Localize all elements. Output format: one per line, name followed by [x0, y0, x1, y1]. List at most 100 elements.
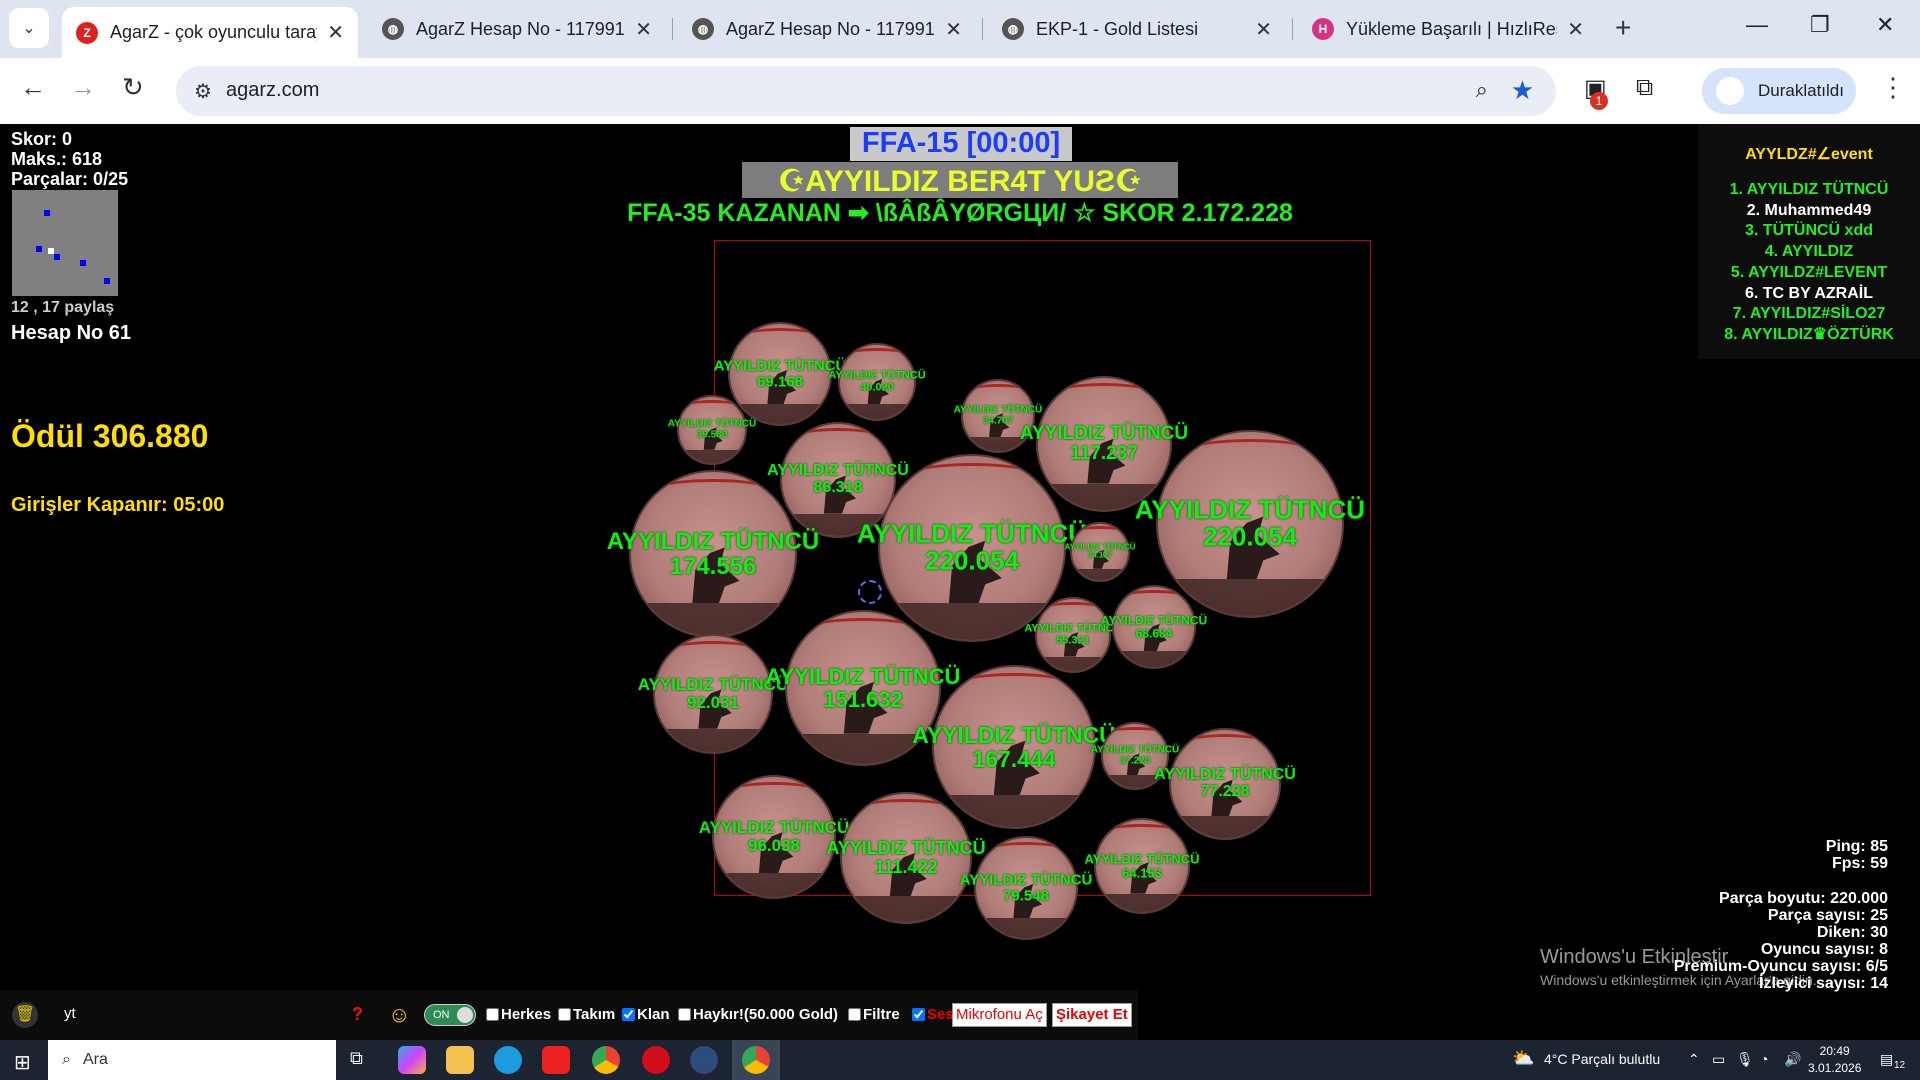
close-tab-icon[interactable]: ✕	[635, 17, 652, 42]
new-tab-plus-icon[interactable]: +	[1615, 12, 1631, 44]
steam-icon[interactable]	[690, 1046, 718, 1074]
cell-skin-ground	[1037, 656, 1109, 671]
bookmark-star-icon[interactable]: ★	[1511, 75, 1534, 106]
address-bar[interactable]: ⚙ agarz.com ⌕ ★	[176, 66, 1556, 116]
cell-skin-ground	[655, 728, 771, 752]
network-icon[interactable]: ▭	[1712, 1051, 1725, 1068]
filtre-checkbox[interactable]	[848, 1008, 861, 1021]
chat-input[interactable]: yt	[64, 1005, 76, 1022]
cell-mass: 39.580	[696, 429, 728, 440]
close-tab-icon[interactable]: ✕	[1255, 17, 1272, 42]
tab-separator	[982, 18, 983, 40]
cell-player-name: AYYILDIZ TÜTNCÜ	[828, 369, 926, 382]
minimize-icon[interactable]: —	[1746, 12, 1768, 38]
copilot-icon[interactable]	[398, 1046, 426, 1074]
hizliresim-favicon-icon: H	[1312, 18, 1334, 40]
zoom-magnifier-icon[interactable]: ⌕	[1476, 77, 1488, 103]
coords-share-text[interactable]: 12 , 17 paylaş	[11, 299, 114, 317]
cell-skin-ring	[984, 842, 1068, 862]
cell-label: AYYILDIZ TÜTNCÜ 34.127	[1065, 543, 1136, 561]
extensions-puzzle-icon[interactable]: ⧉	[1636, 74, 1653, 102]
close-tab-icon[interactable]: ✕	[945, 17, 962, 42]
leaderboard: AYYLDZ#∠event 1. AYYILDIZ TÜTNCÜ 2. Muham…	[1698, 124, 1920, 359]
edge-icon[interactable]	[494, 1046, 522, 1074]
clock[interactable]: 20:49 3.01.2026	[1808, 1043, 1861, 1077]
ses-checkbox[interactable]	[912, 1008, 925, 1021]
cell-skin-ring	[1179, 734, 1271, 756]
klan-checkbox[interactable]	[622, 1008, 635, 1021]
tab-agarz-account-1[interactable]: ◍ AgarZ Hesap No - 1179918 ✕	[368, 7, 666, 51]
wifi-icon[interactable]: ◔	[1760, 1051, 1768, 1067]
tray-chevron-up-icon[interactable]: ⌃	[1688, 1051, 1700, 1068]
opera-icon[interactable]	[642, 1046, 670, 1074]
herkes-checkbox[interactable]	[486, 1008, 499, 1021]
cell-skin-ring	[790, 428, 886, 450]
chrome-active-icon[interactable]	[742, 1046, 770, 1074]
report-button[interactable]: Şikayet Et	[1052, 1003, 1132, 1027]
cell-player-name: AYYILDIZ TÜTNCÜ	[1134, 494, 1366, 525]
cell-label: AYYILDIZ TÜTNCÜ 151.632	[766, 665, 961, 711]
weather-text[interactable]: 4°C Parçalı bulutlu	[1544, 1051, 1660, 1067]
leaderboard-entry: 2. Muhammed49	[1746, 201, 1872, 219]
cell-label: AYYILDIZ TÜTNCÜ 117.237	[1020, 424, 1188, 464]
chrome-icon[interactable]	[592, 1046, 620, 1074]
volume-icon[interactable]: 🔊	[1784, 1051, 1801, 1068]
close-tab-icon[interactable]: ✕	[327, 20, 344, 45]
notifications-icon[interactable]: ▤	[1880, 1051, 1893, 1068]
network-stats: Ping: 85 Fps: 59	[1826, 838, 1888, 872]
back-arrow-icon[interactable]: ←	[20, 72, 46, 103]
cell-skin-ring	[1048, 383, 1160, 409]
trash-icon[interactable]: 🗑	[12, 1002, 38, 1028]
checkbox-label: Haykır!(50.000 Gold)	[693, 1006, 839, 1023]
cell-skin-ground	[842, 896, 970, 922]
leaderboard-entry: 4. AYYILDIZ	[1764, 243, 1854, 261]
tab-gold-list[interactable]: ◍ EKP-1 - Gold Listesi ✕	[988, 7, 1286, 51]
account-number-text: Hesap No 61	[11, 322, 132, 344]
profile-button[interactable]: Duraklatıldı	[1702, 68, 1856, 114]
checkbox-takim[interactable]: Takım	[558, 1006, 615, 1023]
chat-toggle[interactable]: ON	[424, 1004, 476, 1026]
menu-dots-icon[interactable]: ⋮	[1880, 72, 1906, 103]
help-question-icon[interactable]: ?	[352, 1004, 363, 1025]
checkbox-klan[interactable]: Klan	[622, 1006, 670, 1023]
tab-agarz-game[interactable]: Z AgarZ - çok oyunculu taray ✕	[62, 7, 358, 58]
weather-icon[interactable]: ⛅	[1512, 1048, 1534, 1069]
restore-icon[interactable]: ❐	[1810, 12, 1830, 38]
player-count-text: Oyuncu sayısı: 8	[1760, 941, 1888, 958]
checkbox-label: Klan	[637, 1006, 670, 1023]
cell-skin-ring	[664, 640, 762, 664]
forward-arrow-icon[interactable]: →	[70, 72, 96, 103]
checkbox-filtre[interactable]: Filtre	[848, 1006, 900, 1023]
shout-checkbox[interactable]	[678, 1008, 691, 1021]
tab-search-dropdown[interactable]: ⌄	[9, 8, 49, 48]
premium-player-count-text: Premium-Oyuncu sayısı: 6/5	[1673, 958, 1888, 975]
task-view-icon[interactable]: ⧉	[350, 1048, 363, 1069]
cell-player-name: AYYILDIZ TÜTNCÜ	[606, 527, 820, 555]
file-explorer-icon[interactable]	[446, 1046, 474, 1074]
taskbar-search[interactable]: ⌕ Ara	[48, 1040, 336, 1080]
youtube-icon[interactable]	[542, 1046, 570, 1074]
cell-mass: 69.168	[757, 373, 803, 390]
tab-title: Yükleme Başarılı | HızlıResim	[1346, 18, 1557, 39]
microphone-icon[interactable]: 🎙	[1736, 1051, 1754, 1068]
game-canvas[interactable]: Skor: 0 Maks.: 618 Parçalar: 0/25 12 , 1…	[0, 124, 1920, 1040]
checkbox-herkes[interactable]: Herkes	[486, 1006, 551, 1023]
emoji-smiley-icon[interactable]: ☺	[388, 1002, 410, 1028]
cell-skin-ring	[723, 781, 825, 806]
leaderboard-entry: 3. TÜTÜNCÜ xdd	[1745, 222, 1873, 240]
microphone-button[interactable]: Mikrofonu Aç	[952, 1003, 1047, 1027]
checkbox-shout[interactable]: Haykır!(50.000 Gold)	[678, 1006, 838, 1023]
windows-start-icon[interactable]: ⊞	[14, 1050, 31, 1075]
cell-skin-ring	[1172, 439, 1328, 476]
tab-image-upload[interactable]: H Yükleme Başarılı | HızlıResim ✕	[1298, 7, 1598, 51]
takim-checkbox[interactable]	[558, 1008, 571, 1021]
close-tab-icon[interactable]: ✕	[1567, 17, 1584, 42]
url-text[interactable]: agarz.com	[226, 79, 319, 102]
tab-agarz-account-2[interactable]: ◍ AgarZ Hesap No - 1179918 ✕	[678, 7, 976, 51]
checkbox-ses[interactable]: Ses	[912, 1006, 954, 1023]
reload-icon[interactable]: ↻	[122, 72, 144, 103]
site-settings-icon[interactable]: ⚙	[194, 79, 212, 104]
cell-mass: 167.444	[972, 746, 1056, 772]
cell-player-name: AYYILDIZ TÜTNCÜ	[698, 818, 850, 838]
close-window-icon[interactable]: ✕	[1876, 12, 1894, 38]
